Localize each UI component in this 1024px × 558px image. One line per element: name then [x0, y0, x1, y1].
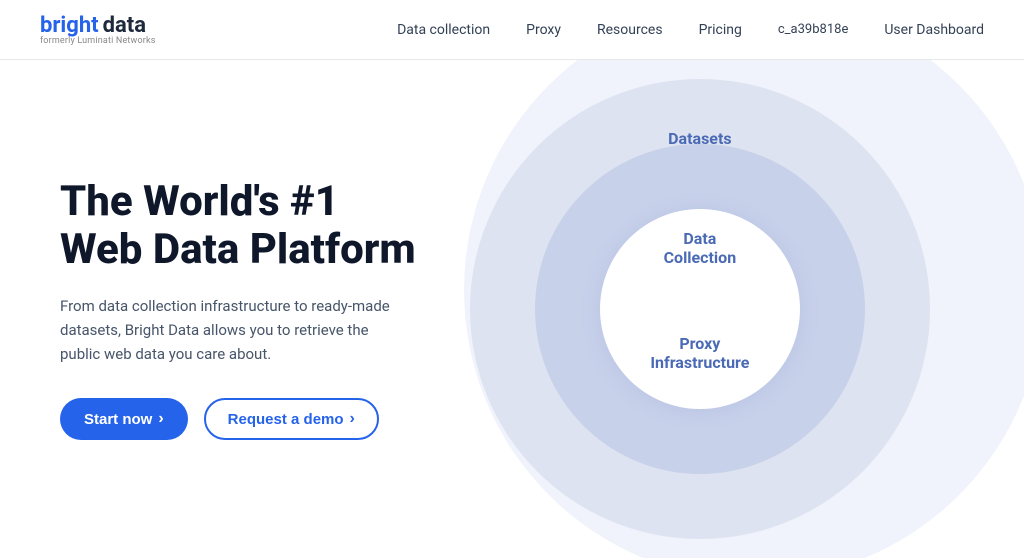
request-demo-button[interactable]: Request a demo › — [204, 398, 379, 440]
logo-bright: bright — [40, 13, 99, 38]
logo[interactable]: bright data formerly Luminati Networks — [40, 13, 156, 46]
navbar: bright data formerly Luminati Networks D… — [0, 0, 1024, 60]
hero-description: From data collection infrastructure to r… — [60, 294, 400, 366]
user-dashboard[interactable]: User Dashboard — [884, 22, 984, 38]
concentric-circles: Datasets Data Collection Proxy Infrastru… — [460, 69, 940, 549]
nav-proxy[interactable]: Proxy — [526, 22, 561, 38]
nav-pricing[interactable]: Pricing — [699, 22, 742, 38]
hero-section: The World's #1 Web Data Platform From da… — [60, 178, 416, 441]
start-now-label: Start now — [84, 411, 152, 428]
user-id[interactable]: c_a39b818e — [778, 22, 848, 37]
hero-title: The World's #1 Web Data Platform — [60, 178, 416, 275]
main-content: The World's #1 Web Data Platform From da… — [0, 60, 1024, 558]
nav-links: Data collection Proxy Resources Pricing … — [397, 22, 984, 38]
cta-buttons: Start now › Request a demo › — [60, 398, 416, 440]
start-now-button[interactable]: Start now › — [60, 398, 188, 440]
data-collection-label: Data Collection — [664, 229, 737, 267]
datasets-label: Datasets — [668, 129, 731, 148]
nav-data-collection[interactable]: Data collection — [397, 22, 490, 38]
nav-resources[interactable]: Resources — [597, 22, 663, 38]
logo-subtitle: formerly Luminati Networks — [40, 36, 156, 46]
hero-title-line2: Web Data Platform — [60, 225, 416, 274]
diagram-section: Datasets Data Collection Proxy Infrastru… — [416, 60, 984, 558]
request-demo-label: Request a demo — [228, 411, 344, 428]
logo-data: data — [103, 13, 146, 38]
proxy-infrastructure-label: Proxy Infrastructure — [650, 334, 749, 372]
hero-title-line1: The World's #1 — [60, 177, 339, 226]
start-now-arrow-icon: › — [158, 410, 163, 428]
request-demo-arrow-icon: › — [350, 410, 355, 428]
